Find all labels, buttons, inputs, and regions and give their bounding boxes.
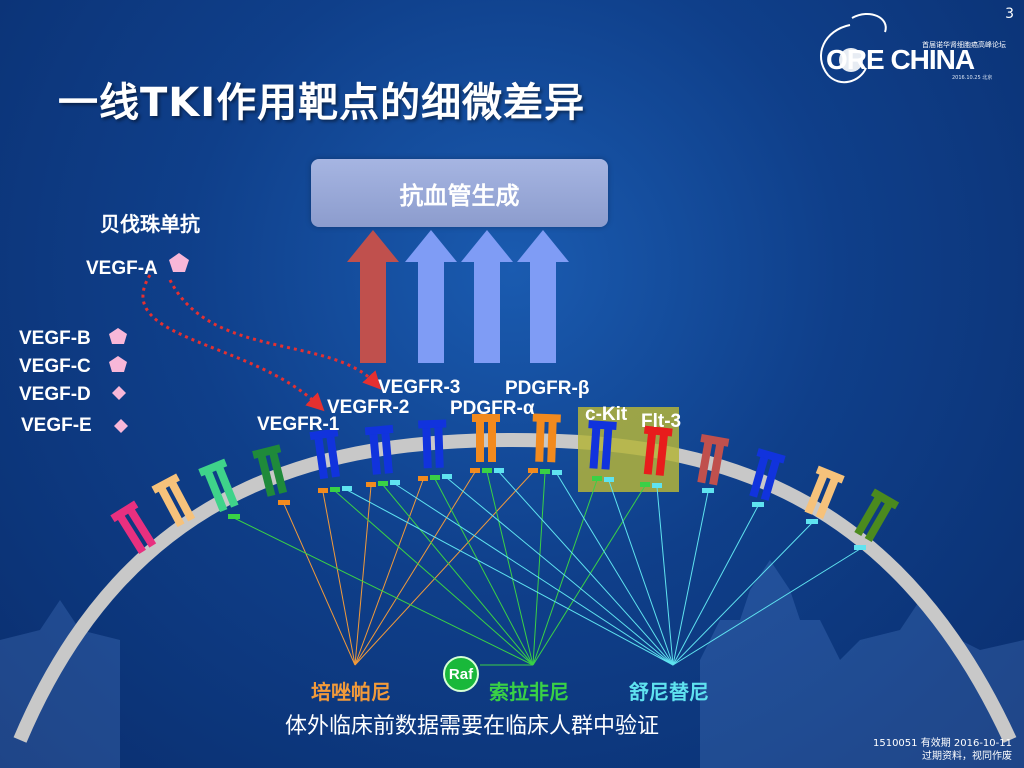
vegfa-to-vegfr2-line xyxy=(168,279,382,390)
page-number: 3 xyxy=(1005,6,1014,22)
receptor-label-pdgfr-alpha: PDGFR-α xyxy=(450,398,535,419)
footnote-line-1: 1510051 有效期 2016-10-11 xyxy=(872,738,1012,749)
drug-pazopanib: 培唑帕尼 xyxy=(311,680,391,704)
logo-subtitle: 首届诺华肾细胞癌高峰论坛 xyxy=(922,41,1006,49)
vegfc-pentagon xyxy=(109,356,127,372)
footnote-line-2: 过期资料，视同作废 xyxy=(922,751,1012,762)
slide: 3 ORE CHINA 首届诺华肾细胞癌高峰论坛 2016.10.25 北京 一… xyxy=(0,0,1024,768)
pazopanib-lines xyxy=(283,471,534,666)
vegfa-to-vegfr1-line xyxy=(141,274,325,412)
logo-date: 2016.10.25 北京 xyxy=(952,75,993,81)
ligand-vegf-e: VEGF-E xyxy=(21,415,92,436)
receptor-label-vegfr2: VEGFR-2 xyxy=(327,397,410,418)
arrow-blue-1 xyxy=(405,230,457,363)
vegfd-diamond xyxy=(112,386,126,400)
ligand-vegf-a: VEGF-A xyxy=(86,258,158,279)
upward-arrows xyxy=(347,230,569,363)
drug-sorafenib: 索拉非尼 xyxy=(489,680,569,704)
receptor-label-pdgfr-beta: PDGFR-β xyxy=(505,378,590,399)
footer-statement: 体外临床前数据需要在临床人群中验证 xyxy=(285,714,660,739)
vegfe-diamond xyxy=(114,419,128,433)
receptor-label-flt3: Flt-3 xyxy=(641,411,682,432)
ligand-vegf-c: VEGF-C xyxy=(19,356,91,377)
arrow-blue-3 xyxy=(517,230,569,363)
sorafenib-lines xyxy=(233,471,646,666)
receptor-peach-right xyxy=(804,465,845,520)
slide-title: 一线TKI作用靶点的细微差异 xyxy=(58,80,586,126)
arrow-red xyxy=(347,230,399,363)
receptor-label-ckit: c-Kit xyxy=(585,404,628,425)
vegfb-pentagon xyxy=(109,328,127,344)
drug-sunitinib: 舒尼替尼 xyxy=(629,680,709,704)
ligand-vegf-d: VEGF-D xyxy=(19,384,91,405)
angiogenesis-box: 抗血管生成 xyxy=(311,159,608,227)
ligand-vegf-b: VEGF-B xyxy=(19,328,91,349)
raf-node: Raf xyxy=(443,656,479,692)
footnote: 1510051 有效期 2016-10-11 过期资料，视同作废 xyxy=(873,737,1012,763)
vegfa-pentagon xyxy=(169,253,189,272)
antibody-label: 贝伐珠单抗 xyxy=(100,212,200,236)
arrow-blue-2 xyxy=(461,230,513,363)
receptor-label-vegfr3: VEGFR-3 xyxy=(378,377,461,398)
